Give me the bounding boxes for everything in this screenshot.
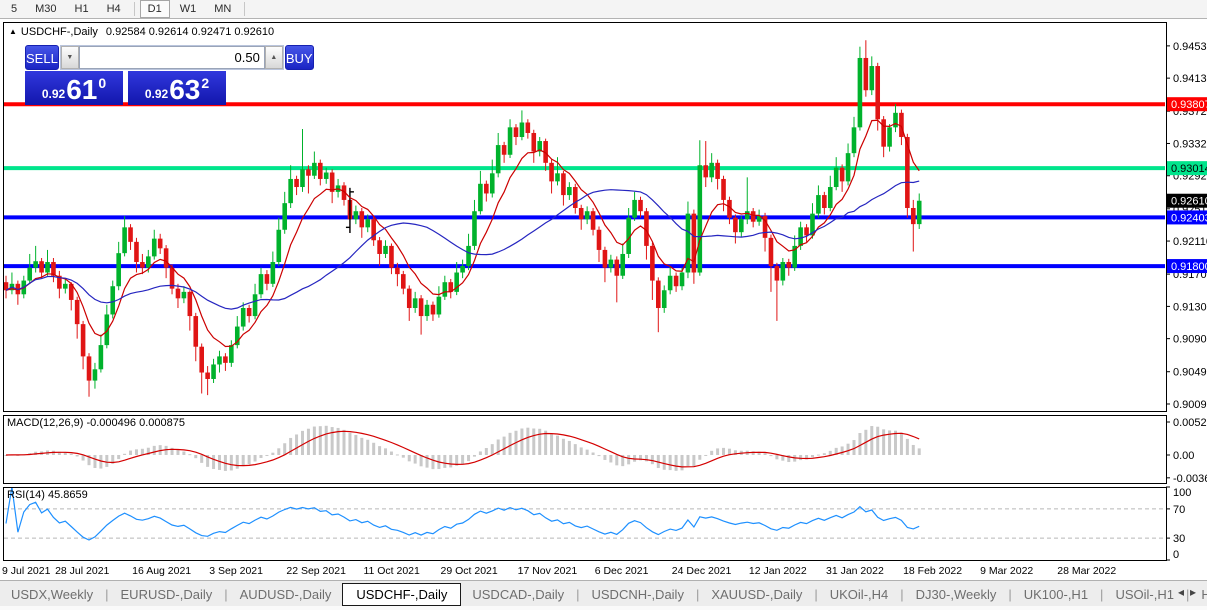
- volume-decrease-button[interactable]: ▼: [61, 46, 79, 69]
- chart-tab-dj30-[interactable]: DJ30-,Weekly: [905, 584, 1008, 605]
- svg-text:0: 0: [1173, 549, 1179, 561]
- chart-tab-ukoil-[interactable]: UKOil-,H4: [819, 584, 900, 605]
- chart-tab-usdcad-[interactable]: USDCAD-,Daily: [461, 584, 575, 605]
- buy-price-prefix: 0.92: [145, 87, 168, 101]
- chart-tab-usoil-[interactable]: USOil-,H1: [1104, 584, 1185, 605]
- tab-scroll-left-icon[interactable]: ◂: [1178, 585, 1190, 599]
- svg-text:70: 70: [1173, 504, 1185, 516]
- moving-averages: [6, 120, 919, 346]
- svg-text:18 Feb 2022: 18 Feb 2022: [903, 565, 962, 577]
- svg-text:9 Jul 2021: 9 Jul 2021: [2, 565, 51, 577]
- mt4-window: 5M30H1H4D1W1MN 0.945300.941300.937200.93…: [0, 0, 1207, 610]
- rsi-panel-plot: [4, 487, 1165, 540]
- svg-text:0.93320: 0.93320: [1173, 138, 1207, 150]
- sell-price-display[interactable]: 0.92 61 0: [25, 71, 123, 105]
- svg-text:9 Mar 2022: 9 Mar 2022: [980, 565, 1033, 577]
- chart-tab-usdcnh-[interactable]: USDCNH-,Daily: [581, 584, 695, 605]
- svg-text:0.93807: 0.93807: [1171, 99, 1207, 111]
- price-axis: 0.945300.941300.937200.933200.929200.925…: [1166, 41, 1207, 561]
- buy-price-display[interactable]: 0.92 63 2: [128, 71, 226, 105]
- chart-tab-eurusd-[interactable]: EURUSD-,Daily: [110, 584, 224, 605]
- svg-text:0.91300: 0.91300: [1173, 301, 1207, 313]
- svg-text:0.94530: 0.94530: [1173, 41, 1207, 53]
- svg-text:30: 30: [1173, 533, 1185, 545]
- buy-price-pipette: 2: [201, 75, 209, 91]
- svg-text:11 Oct 2021: 11 Oct 2021: [363, 565, 420, 577]
- svg-text:-0.00362: -0.00362: [1173, 473, 1207, 485]
- status-strip: [0, 606, 1207, 610]
- chart-tab-uk100-[interactable]: UK100-,H1: [1013, 584, 1099, 605]
- svg-text:22 Sep 2021: 22 Sep 2021: [286, 565, 346, 577]
- volume-input[interactable]: [79, 46, 265, 69]
- svg-text:0.00523: 0.00523: [1173, 417, 1207, 429]
- svg-text:0.92610: 0.92610: [1171, 196, 1207, 208]
- svg-text:16 Aug 2021: 16 Aug 2021: [132, 565, 191, 577]
- chart-tab-xauusd-[interactable]: XAUUSD-,Daily: [700, 584, 813, 605]
- svg-text:28 Mar 2022: 28 Mar 2022: [1057, 565, 1116, 577]
- svg-text:29 Oct 2021: 29 Oct 2021: [441, 565, 498, 577]
- chart-ohlc-values: 0.92584 0.92614 0.92471 0.92610: [106, 26, 274, 38]
- svg-text:0.94130: 0.94130: [1173, 73, 1207, 85]
- svg-text:28 Jul 2021: 28 Jul 2021: [55, 565, 109, 577]
- svg-text:0.90900: 0.90900: [1173, 334, 1207, 346]
- buy-price-big-digits: 63: [169, 77, 200, 103]
- rsi-indicator-label: RSI(14) 45.8659: [7, 489, 88, 501]
- svg-text:0.90490: 0.90490: [1173, 367, 1207, 379]
- chart-symbol-label: USDCHF-,Daily: [21, 26, 98, 38]
- macd-indicator-label: MACD(12,26,9) -0.000496 0.000875: [7, 417, 185, 429]
- horizontal-level-lines: [4, 104, 1165, 266]
- svg-text:100: 100: [1173, 487, 1191, 499]
- chart-tab-usdchf-[interactable]: USDCHF-,Daily: [342, 583, 461, 606]
- sell-button[interactable]: SELL: [25, 45, 59, 70]
- svg-text:6 Dec 2021: 6 Dec 2021: [595, 565, 649, 577]
- svg-text:0.92110: 0.92110: [1173, 236, 1207, 248]
- svg-text:17 Nov 2021: 17 Nov 2021: [518, 565, 578, 577]
- sell-price-prefix: 0.92: [42, 87, 65, 101]
- sell-price-big-digits: 61: [66, 77, 97, 103]
- svg-text:0.92403: 0.92403: [1171, 212, 1207, 224]
- tab-scroll-arrows[interactable]: ◂▸: [1178, 585, 1202, 599]
- buy-button[interactable]: BUY: [285, 45, 314, 70]
- svg-text:24 Dec 2021: 24 Dec 2021: [672, 565, 732, 577]
- svg-text:12 Jan 2022: 12 Jan 2022: [749, 565, 807, 577]
- sell-price-pipette: 0: [98, 75, 106, 91]
- svg-text:0.91800: 0.91800: [1171, 261, 1207, 273]
- one-click-trade-panel: SELL ▼ ▲ BUY 0.92 61 0 0.92 63 2: [25, 45, 226, 105]
- svg-text:0.90090: 0.90090: [1173, 399, 1207, 411]
- svg-text:31 Jan 2022: 31 Jan 2022: [826, 565, 884, 577]
- svg-text:0.93014: 0.93014: [1171, 163, 1207, 175]
- chart-title: ▲ USDCHF-,Daily 0.92584 0.92614 0.92471 0.…: [9, 26, 274, 38]
- chart-tab-bar: USDX,Weekly|EURUSD-,Daily|AUDUSD-,DailyU…: [0, 580, 1207, 607]
- chart-tab-usdx[interactable]: USDX,Weekly: [0, 584, 104, 605]
- collapse-panel-icon[interactable]: ▲: [9, 27, 17, 36]
- volume-spinner: ▼ ▲: [60, 45, 284, 70]
- macd-panel-plot: [5, 426, 921, 471]
- tab-scroll-right-icon[interactable]: ▸: [1190, 585, 1202, 599]
- volume-increase-button[interactable]: ▲: [265, 46, 283, 69]
- chart-tab-audusd-[interactable]: AUDUSD-,Daily: [229, 584, 343, 605]
- svg-text:0.00: 0.00: [1173, 450, 1194, 462]
- svg-text:3 Sep 2021: 3 Sep 2021: [209, 565, 263, 577]
- time-axis: 9 Jul 2021 28 Jul 2021 16 Aug 2021 3 Sep 20…: [2, 565, 1116, 577]
